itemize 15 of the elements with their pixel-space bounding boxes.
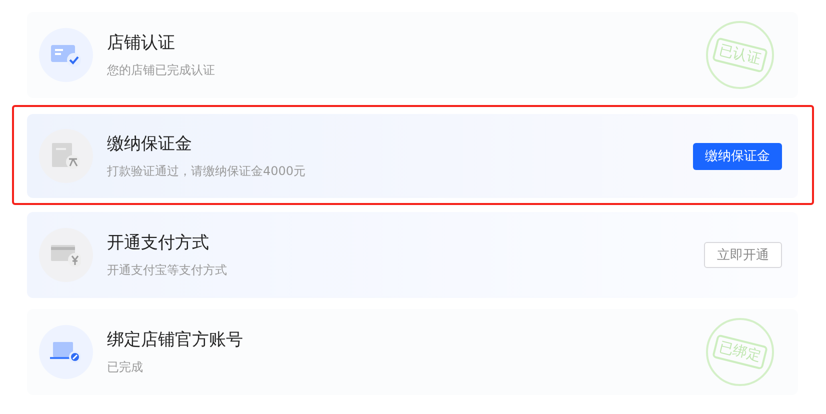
step-title: 缴纳保证金	[107, 133, 193, 155]
step-description: 开通支付宝等支付方式	[107, 262, 228, 279]
status-stamp: 已认证	[706, 21, 774, 89]
step-description: 您的店铺已完成认证	[107, 62, 216, 79]
card-check-icon	[51, 43, 81, 67]
activate-button[interactable]: 立即开通	[704, 242, 782, 268]
payment-card-icon	[51, 243, 81, 267]
status-stamp: 已绑定	[706, 318, 774, 386]
step-description: 打款验证通过，请缴纳保证金4000元	[107, 163, 307, 180]
step-title: 绑定店铺官方账号	[107, 329, 244, 351]
step-title: 店铺认证	[107, 32, 176, 54]
step-title: 开通支付方式	[107, 232, 210, 254]
pay-deposit-button[interactable]: 缴纳保证金	[693, 142, 782, 170]
step-description: 已完成	[107, 359, 144, 376]
document-icon	[51, 142, 81, 170]
